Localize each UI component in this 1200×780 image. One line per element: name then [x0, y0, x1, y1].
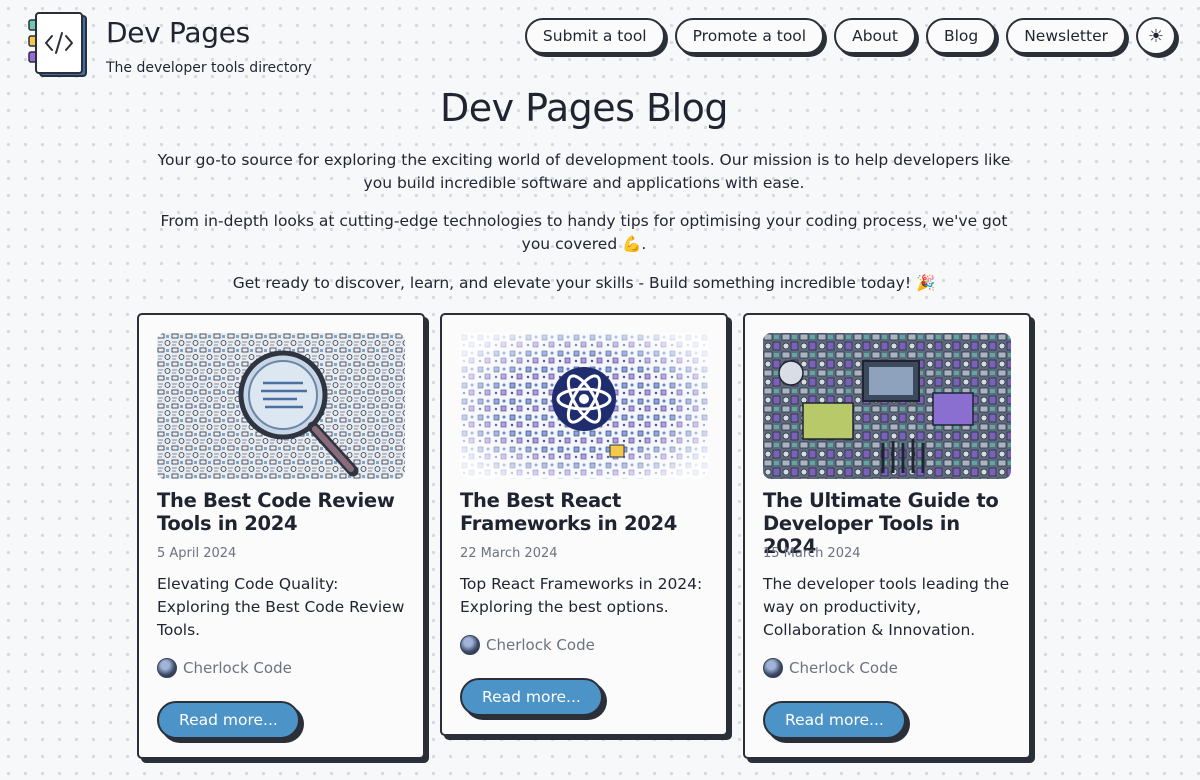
- nav-newsletter[interactable]: Newsletter: [1006, 18, 1126, 54]
- read-more-button[interactable]: Read more...: [157, 701, 300, 739]
- intro-paragraph-2: From in-depth looks at cutting-edge tech…: [160, 212, 1008, 253]
- post-title[interactable]: The Best React Frameworks in 2024: [460, 489, 710, 535]
- nav-submit-tool[interactable]: Submit a tool: [524, 18, 665, 54]
- nav-blog[interactable]: Blog: [925, 18, 997, 54]
- author-avatar: [763, 658, 783, 678]
- post-thumbnail[interactable]: [157, 333, 405, 479]
- post-author[interactable]: Cherlock Code: [157, 658, 292, 678]
- author-name: Cherlock Code: [789, 659, 898, 677]
- post-author[interactable]: Cherlock Code: [763, 658, 898, 678]
- nav-promote-tool[interactable]: Promote a tool: [674, 18, 825, 54]
- blog-post-card: The Best React Frameworks in 2024 22 Mar…: [440, 313, 728, 736]
- theme-toggle-button[interactable]: ☀: [1136, 17, 1176, 55]
- post-date: 5 April 2024: [157, 546, 237, 561]
- post-description: Top React Frameworks in 2024: Exploring …: [460, 575, 703, 616]
- page-title: Dev Pages Blog: [439, 86, 729, 130]
- site-logo[interactable]: [28, 12, 88, 78]
- read-more-button[interactable]: Read more...: [460, 678, 603, 716]
- blog-post-card: The Best Code Review Tools in 2024 5 Apr…: [137, 313, 425, 759]
- post-description: The developer tools leading the way on p…: [763, 575, 1010, 639]
- blog-post-card: The Ultimate Guide to Developer Tools in…: [743, 313, 1031, 759]
- post-thumbnail[interactable]: [460, 333, 708, 479]
- brand-tagline: The developer tools directory: [106, 60, 312, 76]
- main-nav: Submit a tool Promote a tool About Blog …: [524, 17, 1176, 55]
- intro-paragraph-3: Get ready to discover, learn, and elevat…: [232, 274, 936, 292]
- intro-paragraph-1: Your go-to source for exploring the exci…: [157, 151, 1011, 192]
- author-avatar: [157, 658, 177, 678]
- developer-tools-collage-illustration: [763, 333, 1011, 479]
- author-avatar: [460, 635, 480, 655]
- code-brackets-icon: [28, 12, 87, 77]
- author-name: Cherlock Code: [486, 636, 595, 654]
- brand-title[interactable]: Dev Pages: [106, 16, 250, 49]
- post-date: 22 March 2024: [460, 546, 558, 561]
- magnifying-glass-illustration: [157, 333, 405, 479]
- post-author[interactable]: Cherlock Code: [460, 635, 595, 655]
- nav-about[interactable]: About: [834, 18, 916, 54]
- post-thumbnail[interactable]: [763, 333, 1011, 479]
- post-description: Elevating Code Quality: Exploring the Be…: [157, 575, 405, 639]
- read-more-button[interactable]: Read more...: [763, 701, 906, 739]
- react-atom-illustration: [460, 333, 708, 479]
- post-date: 15 March 2024: [763, 546, 861, 561]
- sun-icon: ☀: [1147, 25, 1165, 47]
- post-title[interactable]: The Best Code Review Tools in 2024: [157, 489, 407, 535]
- author-name: Cherlock Code: [183, 659, 292, 677]
